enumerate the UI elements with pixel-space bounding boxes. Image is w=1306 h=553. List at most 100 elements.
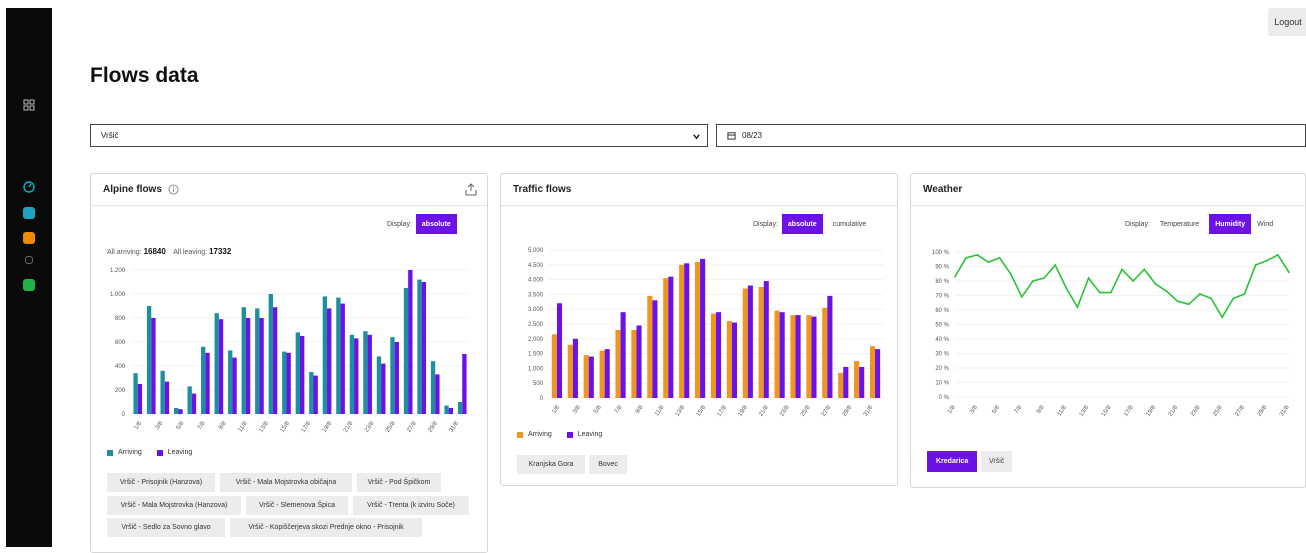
traffic-display-absolute[interactable]: absolute bbox=[781, 214, 823, 234]
legend-arriving-swatch bbox=[107, 449, 113, 456]
humidity-point bbox=[1288, 271, 1290, 274]
x-tick-label: 21/8 bbox=[343, 420, 355, 434]
x-tick-label: 3/8 bbox=[155, 420, 165, 431]
x-tick-label: 11/8 bbox=[1057, 404, 1069, 417]
export-icon[interactable] bbox=[465, 183, 477, 196]
item-orange-icon[interactable] bbox=[23, 232, 35, 244]
leaving-bar bbox=[462, 354, 467, 414]
route-chip[interactable]: Vršič - Mala Mojstrovka običajna bbox=[220, 473, 352, 492]
y-tick-label: 80 % bbox=[935, 279, 949, 285]
x-tick-label: 13/8 bbox=[675, 404, 687, 418]
item-gray-icon[interactable] bbox=[25, 256, 33, 264]
route-chip[interactable]: Vršič - Trenta (k izviru Soče) bbox=[353, 496, 469, 515]
humidity-point bbox=[976, 254, 979, 256]
route-chip[interactable]: Vršič - Pod Špičkom bbox=[357, 473, 441, 492]
humidity-point bbox=[1065, 287, 1068, 290]
traffic-chip-bovec[interactable]: Bovec bbox=[589, 455, 627, 474]
weather-display-wind[interactable]: Wind bbox=[1255, 214, 1275, 234]
arriving-bar bbox=[201, 346, 206, 414]
traffic-display-cumulative[interactable]: cumulative bbox=[827, 214, 872, 234]
gauge-icon[interactable] bbox=[23, 180, 35, 193]
arriving-bar bbox=[742, 288, 748, 398]
leaving-bar bbox=[272, 307, 278, 414]
leaving-bar bbox=[367, 334, 372, 414]
alpine-flows-title: Alpine flows bbox=[103, 184, 162, 195]
route-chip[interactable]: Vršič - Mala Mojstrovka (Hanzova) bbox=[107, 496, 241, 515]
arriving-bar bbox=[631, 329, 637, 398]
grid-icon[interactable] bbox=[23, 98, 35, 111]
leaving-bar bbox=[779, 312, 785, 398]
arriving-bar bbox=[854, 361, 860, 398]
route-chip[interactable]: Vršič - Prisojnik (Hanzova) bbox=[107, 473, 215, 492]
humidity-point bbox=[954, 275, 956, 278]
location-select[interactable]: Vršič bbox=[90, 124, 708, 147]
y-tick-label: 1.000 bbox=[528, 366, 544, 372]
weather-display-temperature[interactable]: Temperature bbox=[1154, 214, 1205, 234]
arriving-bar bbox=[282, 351, 287, 414]
x-tick-label: 27/8 bbox=[406, 420, 418, 434]
y-tick-label: 5.000 bbox=[528, 248, 544, 254]
x-tick-label: 25/8 bbox=[800, 404, 812, 418]
traffic-flows-chart: 0 500 1.000 1.500 2.000 2.500 3.000 3.500 4.000 4… bbox=[528, 248, 883, 418]
arriving-bar bbox=[268, 294, 273, 414]
leaving-bar bbox=[700, 258, 706, 398]
leaving-bar bbox=[684, 263, 690, 398]
legend-arriving-swatch bbox=[517, 431, 523, 438]
traffic-chip-kranjska-gora[interactable]: Kranjska Gora bbox=[517, 455, 585, 474]
route-chip[interactable]: Vršič - Sedlo za Sovno glavo bbox=[107, 518, 225, 537]
leaving-bar bbox=[731, 322, 737, 398]
arriving-bar bbox=[695, 261, 701, 398]
arriving-bar bbox=[133, 373, 138, 414]
item-cyan-icon[interactable] bbox=[23, 207, 35, 219]
chevron-down-icon bbox=[693, 134, 700, 140]
logout-button[interactable]: Logout bbox=[1268, 8, 1306, 36]
leaving-bar bbox=[300, 336, 305, 414]
weather-display-label: Display: bbox=[1125, 220, 1150, 228]
weather-display-humidity[interactable]: Humidity bbox=[1209, 214, 1252, 234]
x-tick-label: 23/8 bbox=[364, 420, 376, 434]
x-tick-label: 7/8 bbox=[197, 420, 207, 431]
sidebar bbox=[6, 8, 52, 547]
alpine-display-absolute[interactable]: absolute bbox=[415, 214, 457, 234]
x-tick-label: 25/8 bbox=[1212, 404, 1224, 418]
y-tick-label: 30 % bbox=[935, 352, 949, 358]
humidity-point bbox=[1076, 306, 1079, 308]
humidity-point bbox=[1098, 291, 1101, 294]
arriving-bar bbox=[710, 313, 716, 398]
page-title: Flows data bbox=[90, 64, 199, 87]
station-kredarica-button[interactable]: Kredarica bbox=[927, 451, 978, 472]
arriving-bar bbox=[430, 361, 436, 414]
humidity-point bbox=[998, 256, 1001, 259]
y-tick-label: 1.500 bbox=[528, 352, 544, 358]
humidity-point bbox=[1143, 268, 1146, 271]
leaving-bar bbox=[354, 338, 359, 414]
arriving-bar bbox=[758, 287, 764, 398]
humidity-point bbox=[1165, 290, 1168, 293]
y-tick-label: 0 bbox=[540, 396, 544, 402]
info-icon[interactable] bbox=[168, 184, 179, 195]
legend-leaving-swatch bbox=[156, 449, 163, 456]
all-arriving-label: All arriving: bbox=[107, 249, 142, 256]
route-chip[interactable]: Vršič - Slemenova Špica bbox=[246, 496, 348, 515]
route-chip[interactable]: Vršič - Kopiščerjeva skozi Prednje okno … bbox=[230, 518, 422, 537]
arriving-bar bbox=[869, 346, 876, 398]
leaving-bar bbox=[636, 325, 642, 398]
humidity-point bbox=[1032, 280, 1034, 282]
x-tick-label: 9/8 bbox=[1036, 404, 1046, 415]
date-picker[interactable]: 08/23 bbox=[716, 124, 1306, 147]
all-arriving-value: 16840 bbox=[143, 247, 166, 256]
y-tick-label: 2.500 bbox=[528, 322, 544, 328]
station-vrsic-button[interactable]: Vršič bbox=[981, 451, 1013, 472]
calendar-icon bbox=[727, 132, 736, 140]
leaving-bar bbox=[811, 316, 817, 398]
humidity-point bbox=[1210, 297, 1212, 300]
leaving-bar bbox=[716, 312, 722, 398]
arriving-bar bbox=[322, 296, 328, 414]
y-tick-label: 10 % bbox=[935, 381, 949, 387]
humidity-point bbox=[1121, 268, 1123, 271]
x-tick-label: 17/8 bbox=[1123, 404, 1135, 418]
humidity-point bbox=[1087, 277, 1090, 279]
item-green-icon[interactable] bbox=[23, 279, 35, 291]
traffic-flows-title: Traffic flows bbox=[513, 184, 572, 195]
x-tick-label: 5/8 bbox=[593, 404, 603, 415]
